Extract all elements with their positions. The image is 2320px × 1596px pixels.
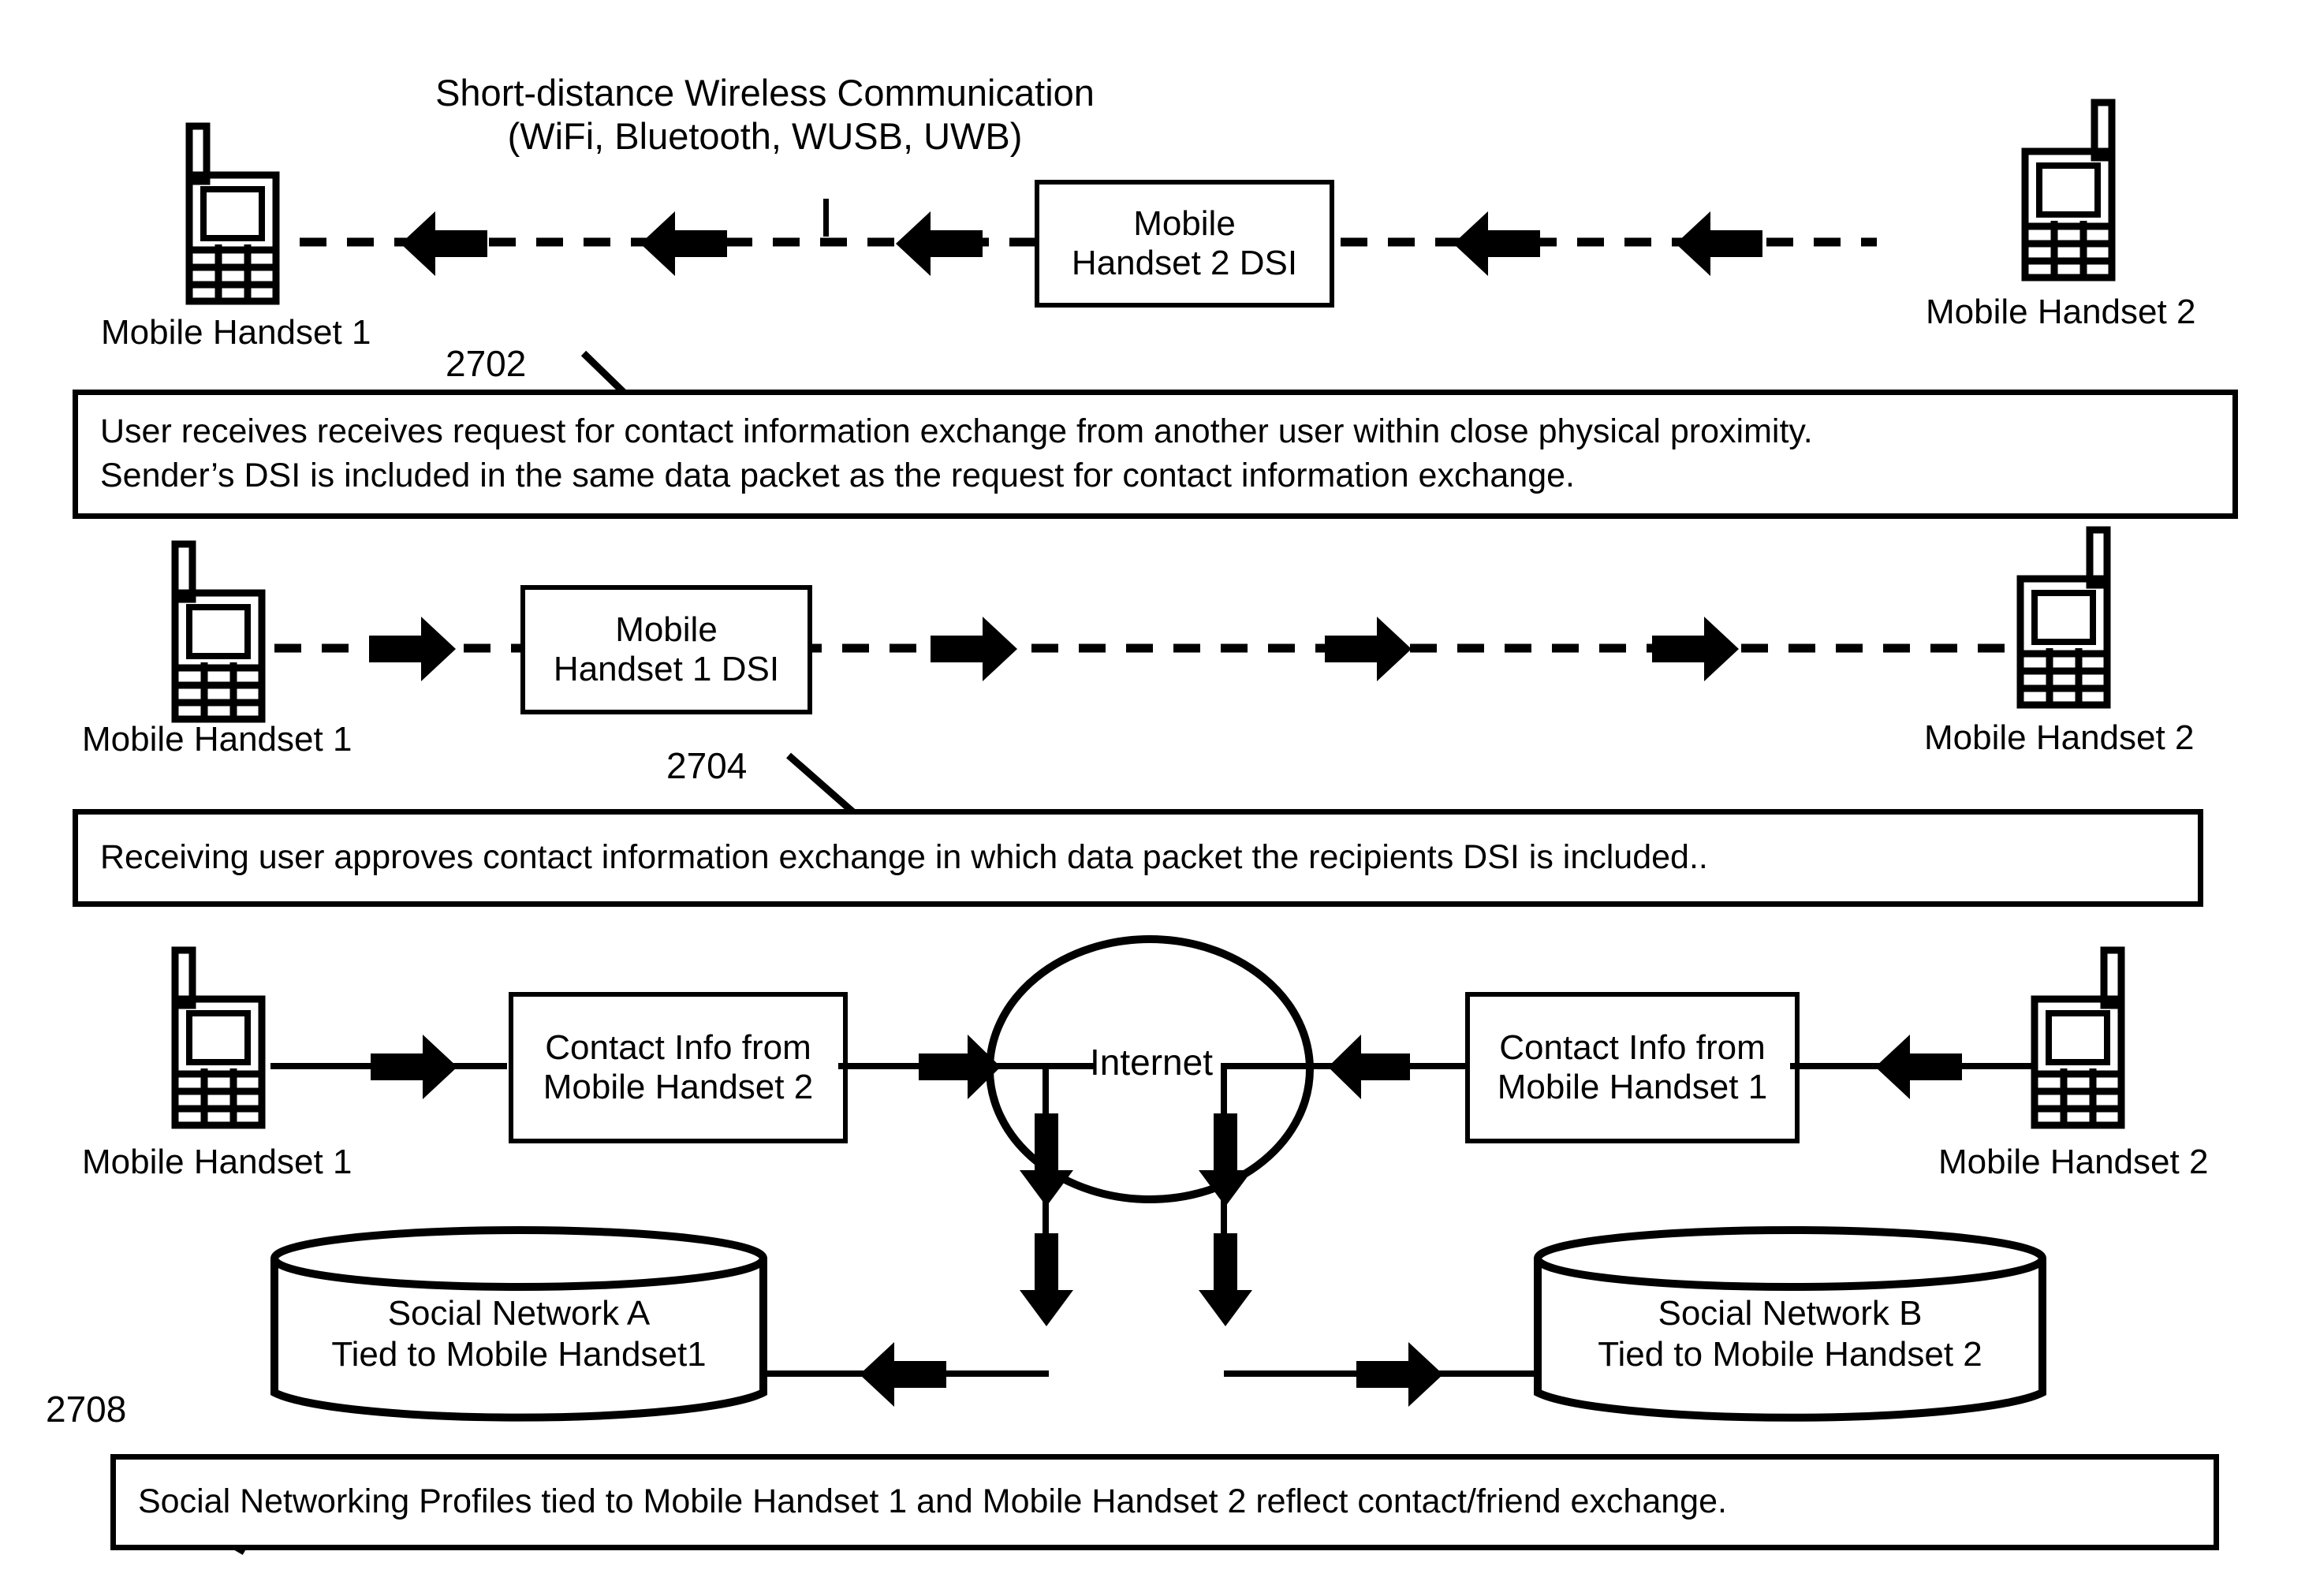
block-arrow-down-icon [1020,1113,1073,1206]
contact1-line1: Contact Info from [1499,1028,1766,1067]
callout-2704-label: 2704 [666,745,748,786]
contact-info-from-handset2-box: Contact Info from Mobile Handset 2 [509,992,848,1143]
row1-tick-mark [823,199,829,237]
callout-2704-leader-line [786,752,856,815]
patent-figure-canvas: Short-distance Wireless Communication (W… [0,0,2320,1596]
figure-title: Short-distance Wireless Communication (W… [410,71,1120,158]
block-arrow-left-icon [640,211,727,276]
mobile-handset-icon [185,122,280,305]
handset2-label-row3: Mobile Handset 2 [1938,1143,2209,1181]
handset2-dsi-box: Mobile Handset 2 DSI [1035,180,1334,308]
block-arrow-down-icon [1199,1233,1252,1326]
block-arrow-down-icon [1020,1233,1073,1326]
block-arrow-left-icon [1328,1035,1410,1099]
social-a-line1: Social Network A [387,1294,651,1333]
step-2704-block: Receiving user approves contact informat… [73,809,2203,907]
handset1-dsi-box: Mobile Handset 1 DSI [520,585,812,714]
handset2-label-row2: Mobile Handset 2 [1924,718,2195,757]
block-arrow-left-icon [1453,211,1540,276]
contact2-line2: Mobile Handset 2 [543,1068,814,1106]
block-arrow-left-icon [401,211,487,276]
step1-line2: Sender’s DSI is included in the same dat… [100,457,1575,494]
block-arrow-right-icon [1325,617,1412,681]
callout-2702-label: 2702 [446,343,527,384]
block-arrow-left-icon [1676,211,1762,276]
contact2-line1: Contact Info from [545,1028,811,1067]
social-network-b-label: Social Network B Tied to Mobile Handset … [1546,1293,2035,1375]
block-arrow-right-icon [1356,1342,1443,1407]
figure-title-line2: (WiFi, Bluetooth, WUSB, UWB) [507,115,1023,158]
step1-line1: User receives receives request for conta… [100,412,1813,451]
block-arrow-left-icon [860,1342,946,1407]
mobile-handset-icon [2031,946,2125,1129]
handset1-label-row2: Mobile Handset 1 [82,720,352,759]
handset2-label-row1: Mobile Handset 2 [1926,293,2196,331]
step2-line1: Receiving user approves contact informat… [100,838,1708,877]
social-network-a-label: Social Network A Tied to Mobile Handset1 [282,1293,755,1375]
step3-line1: Social Networking Profiles tied to Mobil… [138,1482,1727,1521]
mobile-handset-icon [171,540,266,723]
figure-title-line1: Short-distance Wireless Communication [435,72,1095,114]
contact-info-from-handset1-box: Contact Info from Mobile Handset 1 [1465,992,1800,1143]
contact1-line2: Mobile Handset 1 [1497,1068,1768,1106]
mobile-handset-icon [171,946,266,1129]
mobile-handset-icon [2021,99,2116,282]
handset2-dsi-line2: Handset 2 DSI [1071,244,1298,282]
social-b-line2: Tied to Mobile Handset 2 [1598,1334,1982,1374]
step-2708-block: Social Networking Profiles tied to Mobil… [110,1454,2219,1550]
block-arrow-right-icon [931,617,1017,681]
handset1-dsi-line2: Handset 1 DSI [553,650,780,688]
social-b-line1: Social Network B [1658,1294,1923,1333]
block-arrow-down-icon [1199,1113,1252,1206]
block-arrow-left-icon [896,211,983,276]
handset1-label-row1: Mobile Handset 1 [101,313,371,352]
handset2-dsi-line1: Mobile [1133,204,1236,243]
handset1-dsi-line1: Mobile [615,610,718,649]
mobile-handset-icon [2016,526,2111,709]
callout-2708-label: 2708 [46,1389,127,1430]
handset1-label-row3: Mobile Handset 1 [82,1143,352,1181]
block-arrow-right-icon [369,617,456,681]
block-arrow-right-icon [1652,617,1739,681]
social-a-line2: Tied to Mobile Handset1 [331,1334,707,1374]
block-arrow-left-icon [1875,1035,1962,1099]
internet-left-branch-horizontal [1043,1063,1095,1069]
block-arrow-right-icon [371,1035,457,1099]
step-2702-block: User receives receives request for conta… [73,390,2238,519]
